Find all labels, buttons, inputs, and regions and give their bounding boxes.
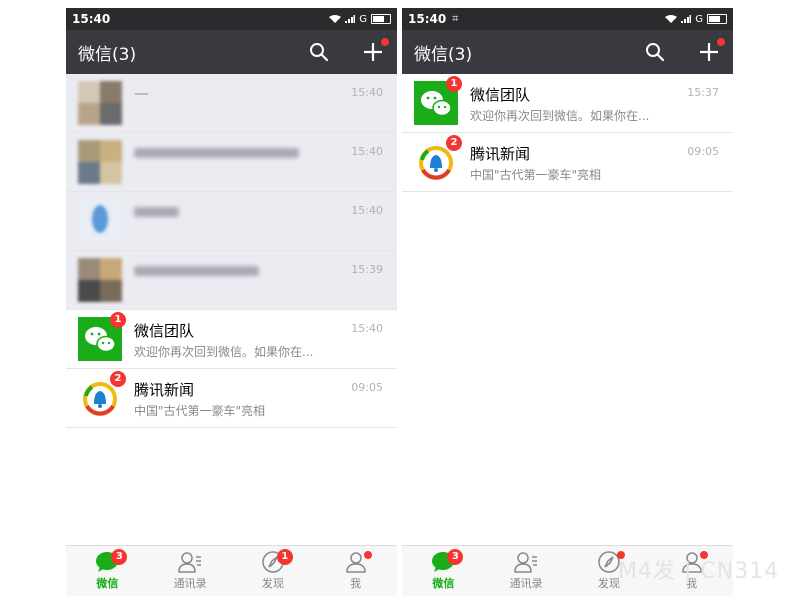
chat-row-blurred[interactable]: 15:40 bbox=[66, 133, 397, 192]
chat-time: 15:40 bbox=[351, 322, 383, 335]
new-dot bbox=[381, 38, 389, 46]
chat-name: 腾讯新闻 bbox=[470, 145, 531, 163]
chat-time: 15:40 bbox=[351, 145, 383, 158]
chat-time: 15:37 bbox=[687, 86, 719, 99]
tab-chats[interactable]: 3 微信 bbox=[66, 546, 149, 596]
tab-label: 发现 bbox=[261, 577, 284, 590]
chat-row-tencent-news[interactable]: 2 腾讯新闻 中国"古代第一豪车"亮相 09:05 bbox=[402, 133, 733, 192]
search-icon bbox=[646, 43, 665, 62]
chat-row-blurred[interactable]: 15:40 bbox=[66, 192, 397, 251]
status-time: 15:40 bbox=[72, 12, 111, 26]
signal-icon bbox=[345, 15, 356, 23]
tab-dot bbox=[699, 551, 708, 559]
chat-row-wechat-team[interactable]: 1 微信团队 欢迎你再次回到微信。如果你在... 15:37 bbox=[402, 74, 733, 133]
tab-label: 我 bbox=[686, 577, 698, 590]
plus-icon bbox=[364, 43, 382, 61]
unread-badge: 2 bbox=[446, 135, 462, 151]
wifi-icon bbox=[665, 14, 678, 23]
chat-preview: 欢迎你再次回到微信。如果你在... bbox=[470, 109, 650, 123]
contacts-icon bbox=[514, 552, 538, 573]
tab-contacts[interactable]: 通讯录 bbox=[485, 546, 568, 596]
new-dot bbox=[717, 38, 725, 46]
tab-me[interactable]: 我 bbox=[650, 546, 733, 596]
add-button[interactable] bbox=[361, 38, 389, 64]
status-time: 15:40 bbox=[408, 12, 447, 26]
search-button[interactable] bbox=[307, 40, 331, 64]
screenshot-icon: ⌗ bbox=[452, 12, 459, 25]
tab-badge: 3 bbox=[111, 549, 128, 565]
chat-preview: 中国"古代第一豪车"亮相 bbox=[134, 404, 266, 418]
chat-row-tencent-news[interactable]: 2 腾讯新闻 中国"古代第一豪车"亮相 09:05 bbox=[66, 369, 397, 428]
chat-list: 1 微信团队 欢迎你再次回到微信。如果你在... 15:37 2 腾讯新闻 中国… bbox=[402, 74, 733, 192]
carrier-label: G bbox=[359, 13, 367, 25]
add-button[interactable] bbox=[697, 38, 725, 64]
tab-badge: 3 bbox=[447, 549, 464, 565]
tab-discover[interactable]: 1 发现 bbox=[232, 546, 315, 596]
app-header: 微信(3) bbox=[66, 30, 397, 74]
status-bar: 15:40 ⌗ G bbox=[402, 8, 733, 30]
tab-me[interactable]: 我 bbox=[314, 546, 397, 596]
tab-contacts[interactable]: 通讯录 bbox=[149, 546, 232, 596]
chat-time: 15:40 bbox=[351, 204, 383, 217]
chat-time: 15:39 bbox=[351, 263, 383, 276]
tab-badge: 1 bbox=[276, 549, 293, 565]
chat-preview: 欢迎你再次回到微信。如果你在... bbox=[134, 345, 314, 359]
tab-label: 通讯录 bbox=[509, 577, 543, 590]
search-button[interactable] bbox=[643, 40, 667, 64]
chat-name-redacted bbox=[134, 143, 299, 162]
phone-screen-right: 15:40 ⌗ G 微信(3) 1 微信团队 欢迎你再次回到微信。如果你在...… bbox=[402, 8, 733, 596]
group-avatar bbox=[78, 81, 122, 125]
chat-name: 腾讯新闻 bbox=[134, 381, 195, 399]
bottom-tab-bar: 3 微信 通讯录 发现 我 bbox=[402, 545, 733, 596]
chat-time: 09:05 bbox=[687, 145, 719, 158]
contact-avatar bbox=[78, 199, 122, 243]
status-icons: G bbox=[665, 14, 727, 25]
bottom-tab-bar: 3 微信 通讯录 1 发现 我 bbox=[66, 545, 397, 596]
chat-name: 微信团队 bbox=[470, 86, 531, 104]
wifi-icon bbox=[329, 14, 342, 23]
chat-name-redacted bbox=[134, 261, 259, 280]
group-avatar bbox=[78, 258, 122, 302]
tab-label: 发现 bbox=[597, 577, 620, 590]
search-icon bbox=[310, 43, 329, 62]
chat-time: 09:05 bbox=[351, 381, 383, 394]
battery-icon bbox=[371, 14, 391, 24]
tab-label: 通讯录 bbox=[173, 577, 207, 590]
contacts-icon bbox=[178, 552, 202, 573]
tab-chats[interactable]: 3 微信 bbox=[402, 546, 485, 596]
chat-row-blurred[interactable]: — 15:40 bbox=[66, 74, 397, 133]
tab-dot bbox=[363, 551, 372, 559]
tab-label: 我 bbox=[350, 577, 362, 590]
chat-row-blurred[interactable]: 15:39 bbox=[66, 251, 397, 310]
unread-badge: 1 bbox=[446, 76, 462, 92]
tab-label: 微信 bbox=[96, 577, 119, 590]
tab-label: 微信 bbox=[432, 577, 455, 590]
carrier-label: G bbox=[695, 13, 703, 25]
tab-dot bbox=[616, 551, 625, 559]
status-bar: 15:40 G bbox=[66, 8, 397, 30]
chat-time: 15:40 bbox=[351, 86, 383, 99]
battery-icon bbox=[707, 14, 727, 24]
chat-list: — 15:40 15:40 15:40 15:39 1 微信团队 欢迎你再次回到… bbox=[66, 74, 397, 428]
status-icons: G bbox=[329, 14, 391, 25]
plus-icon bbox=[700, 43, 718, 61]
phone-screen-left: 15:40 G 微信(3) — 15:40 15:40 15:40 15:39 … bbox=[66, 8, 397, 596]
chat-preview: 中国"古代第一豪车"亮相 bbox=[470, 168, 602, 182]
chat-name: — bbox=[134, 84, 149, 102]
chat-row-wechat-team[interactable]: 1 微信团队 欢迎你再次回到微信。如果你在... 15:40 bbox=[66, 310, 397, 369]
chat-name-redacted bbox=[134, 202, 179, 221]
group-avatar bbox=[78, 140, 122, 184]
chat-name: 微信团队 bbox=[134, 322, 195, 340]
app-header: 微信(3) bbox=[402, 30, 733, 74]
signal-icon bbox=[681, 15, 692, 23]
tab-discover[interactable]: 发现 bbox=[568, 546, 651, 596]
unread-badge: 1 bbox=[110, 312, 126, 328]
page-title: 微信(3) bbox=[78, 44, 137, 65]
page-title: 微信(3) bbox=[414, 44, 473, 65]
unread-badge: 2 bbox=[110, 371, 126, 387]
